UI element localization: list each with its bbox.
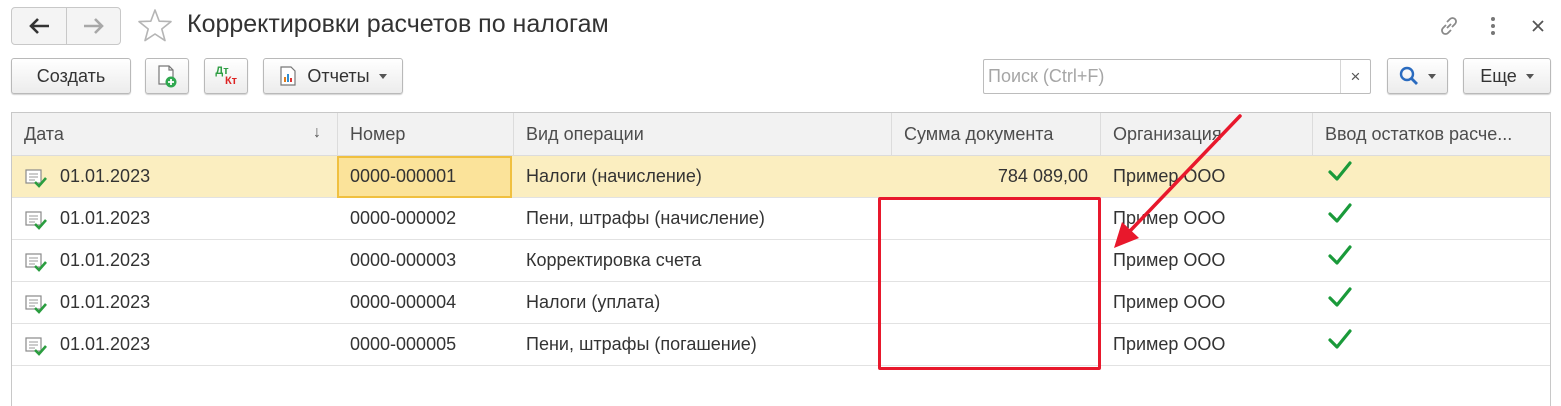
document-posted-icon xyxy=(25,211,47,230)
reports-button-label: Отчеты xyxy=(307,65,370,86)
page-title: Корректировки расчетов по налогам xyxy=(187,10,609,38)
document-posted-icon xyxy=(25,337,47,356)
navigation-group xyxy=(11,7,121,45)
cell-date: 01.01.2023 xyxy=(60,334,151,354)
column-header-number[interactable]: Номер xyxy=(338,113,514,155)
search-box: × xyxy=(983,59,1371,94)
chevron-down-icon xyxy=(1428,73,1436,79)
chevron-down-icon xyxy=(378,73,387,79)
arrow-right-icon xyxy=(83,18,104,34)
search-clear-button[interactable]: × xyxy=(1340,60,1370,93)
cell-number: 0000-000004 xyxy=(350,292,457,312)
cell-date: 01.01.2023 xyxy=(60,292,151,312)
cell-operation: Пени, штрафы (погашение) xyxy=(526,334,757,354)
star-icon[interactable] xyxy=(137,8,173,44)
chevron-down-icon xyxy=(1525,73,1534,79)
kt-label: Кт xyxy=(224,74,238,87)
cell-sum: 784 089,00 xyxy=(997,166,1088,186)
column-header-balances[interactable]: Ввод остатков расче... xyxy=(1313,113,1550,155)
cell-date: 01.01.2023 xyxy=(60,208,151,228)
cell-number: 0000-000002 xyxy=(350,208,457,228)
table-row[interactable]: 01.01.2023 0000-000003 Корректировка счета… xyxy=(12,240,1550,282)
search-options-button[interactable] xyxy=(1387,58,1448,94)
column-header-operation[interactable]: Вид операции xyxy=(514,113,892,155)
checkmark-icon xyxy=(1328,203,1352,223)
column-header-sum[interactable]: Сумма документа xyxy=(892,113,1101,155)
kebab-menu-icon[interactable] xyxy=(1481,14,1505,38)
document-posted-icon xyxy=(25,253,47,272)
documents-table: Дата ↓ Номер Вид операции Сумма документ… xyxy=(11,112,1551,406)
back-button[interactable] xyxy=(12,8,66,44)
table-row[interactable]: 01.01.2023 0000-000004 Налоги (уплата) Прим… xyxy=(12,282,1550,324)
cell-number: 0000-000003 xyxy=(350,250,457,270)
checkmark-icon xyxy=(1328,161,1352,181)
create-button[interactable]: Создать xyxy=(11,58,131,94)
clear-icon: × xyxy=(1350,66,1361,86)
dt-kt-button[interactable]: Дт Кт xyxy=(204,58,248,94)
checkmark-icon xyxy=(1328,245,1352,265)
table-row[interactable]: 01.01.2023 0000-000005 Пени, штрафы (погаш… xyxy=(12,324,1550,366)
copy-button[interactable] xyxy=(145,58,189,94)
more-button-label: Еще xyxy=(1480,65,1517,86)
checkmark-icon xyxy=(1328,329,1352,349)
close-icon[interactable] xyxy=(1526,14,1550,38)
cell-organization: Пример ООО xyxy=(1113,334,1226,354)
table-row[interactable]: 01.01.2023 0000-000002 Пени, штрафы (начис… xyxy=(12,198,1550,240)
cell-number: 0000-000005 xyxy=(350,334,457,354)
cell-operation: Налоги (уплата) xyxy=(526,292,661,312)
column-header-date[interactable]: Дата ↓ xyxy=(12,113,338,155)
arrow-left-icon xyxy=(29,18,49,34)
highlight-frame xyxy=(878,197,1101,370)
search-input[interactable] xyxy=(984,60,1341,93)
forward-button[interactable] xyxy=(66,8,120,44)
cell-operation: Налоги (начисление) xyxy=(526,166,702,186)
link-icon[interactable] xyxy=(1437,14,1461,38)
annotation-arrow-icon xyxy=(1114,114,1242,248)
table-header: Дата ↓ Номер Вид операции Сумма документ… xyxy=(12,113,1550,156)
cell-operation: Пени, штрафы (начисление) xyxy=(526,208,765,228)
document-posted-icon xyxy=(25,169,47,188)
more-button[interactable]: Еще xyxy=(1463,58,1551,94)
copy-add-icon xyxy=(158,65,177,88)
report-icon xyxy=(280,66,296,86)
search-icon xyxy=(1399,66,1418,85)
checkmark-icon xyxy=(1328,287,1352,307)
cell-operation: Корректировка счета xyxy=(526,250,702,270)
reports-button[interactable]: Отчеты xyxy=(263,58,403,94)
cell-number: 0000-000001 xyxy=(350,166,457,186)
create-button-label: Создать xyxy=(36,65,106,86)
document-posted-icon xyxy=(25,295,47,314)
cell-date: 01.01.2023 xyxy=(60,250,151,270)
cell-organization: Пример ООО xyxy=(1113,292,1226,312)
cell-date: 01.01.2023 xyxy=(60,166,151,186)
table-row[interactable]: 01.01.2023 0000-000001 Налоги (начисление)… xyxy=(12,156,1550,198)
sort-down-icon: ↓ xyxy=(313,124,321,141)
